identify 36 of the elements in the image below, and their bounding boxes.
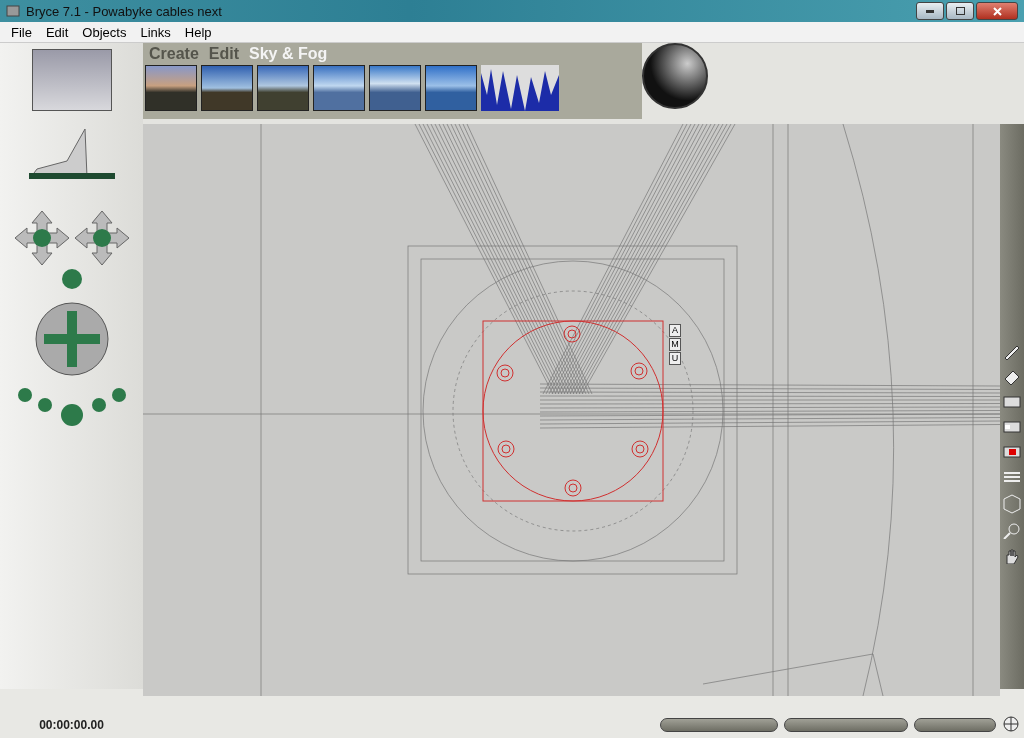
lines-icon[interactable] bbox=[1003, 469, 1021, 485]
histogram-icon[interactable] bbox=[481, 65, 559, 111]
minimize-button[interactable] bbox=[916, 2, 944, 20]
timecode: 00:00:00.00 bbox=[38, 718, 105, 732]
minimize-icon bbox=[926, 9, 934, 13]
globe-icon[interactable] bbox=[1002, 716, 1020, 732]
sky-preset-thumbnail[interactable] bbox=[201, 65, 253, 111]
selection-handle[interactable]: U bbox=[669, 352, 681, 365]
render-mode-icon[interactable] bbox=[1003, 394, 1021, 410]
menu-item[interactable]: Objects bbox=[75, 24, 134, 40]
selection-handle[interactable]: A bbox=[669, 324, 681, 337]
close-button[interactable] bbox=[976, 2, 1018, 20]
selection-handle[interactable]: M bbox=[669, 338, 681, 351]
menu-item[interactable]: Edit bbox=[38, 24, 76, 40]
menu-item[interactable]: Links bbox=[133, 24, 178, 40]
render-mode-icon[interactable] bbox=[1003, 419, 1021, 435]
app-icon bbox=[6, 4, 20, 18]
pencil-icon[interactable] bbox=[1003, 344, 1021, 360]
close-icon bbox=[992, 6, 1002, 16]
sky-preset-thumbnail[interactable] bbox=[369, 65, 421, 111]
eraser-icon[interactable] bbox=[1003, 369, 1021, 385]
zoom-in-icon[interactable] bbox=[1003, 523, 1021, 539]
sphere-dots-icon[interactable] bbox=[16, 387, 127, 427]
window-title: Bryce 7.1 - Powabyke cables next bbox=[26, 3, 222, 19]
camera-preview[interactable] bbox=[31, 49, 112, 111]
menu-item[interactable]: Help bbox=[177, 24, 219, 40]
maximize-icon bbox=[955, 7, 965, 15]
sky-preset-thumbnail[interactable] bbox=[313, 65, 365, 111]
sky-preset-thumbnail[interactable] bbox=[145, 65, 197, 111]
maximize-button[interactable] bbox=[946, 2, 974, 20]
menu-item[interactable]: File bbox=[4, 24, 39, 40]
record-icon[interactable] bbox=[1003, 444, 1021, 460]
hand-icon[interactable] bbox=[1003, 548, 1021, 564]
sky-preset-thumbnail[interactable] bbox=[425, 65, 477, 111]
move-sphere-icon[interactable] bbox=[33, 301, 110, 377]
sky-preset-thumbnail[interactable] bbox=[257, 65, 309, 111]
